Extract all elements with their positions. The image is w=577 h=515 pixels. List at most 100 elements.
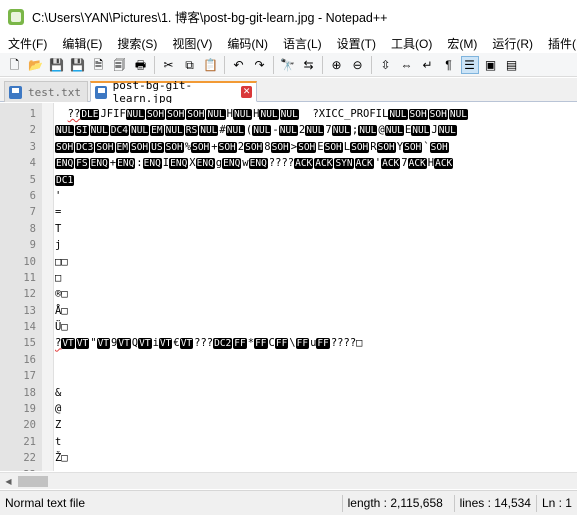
text-run: ` (423, 140, 430, 153)
control-char-badge: SOH (129, 141, 150, 153)
word-wrap-icon[interactable]: ↵ (420, 57, 436, 73)
copy-icon[interactable]: ⧉ (182, 57, 198, 73)
line-number: 16 (23, 353, 36, 366)
text-run: E (317, 140, 324, 153)
control-char-badge: DC3 (75, 141, 95, 153)
editor-line: 10 □□ (0, 254, 577, 270)
paste-icon[interactable]: 📋 (203, 57, 219, 73)
control-char-badge: NUL (437, 125, 457, 137)
text-run: T (55, 222, 62, 235)
status-length: length : 2,115,658 (347, 496, 443, 510)
control-char-badge: ACK (294, 158, 314, 170)
menu-item-9[interactable]: 运行(R) (484, 35, 540, 52)
text-run: + (211, 140, 218, 153)
save-icon[interactable]: 💾 (49, 57, 65, 73)
print-icon[interactable]: 🖶 (133, 57, 149, 73)
control-char-badge: NUL (305, 125, 325, 137)
save-all-icon[interactable]: 💾 (70, 57, 86, 73)
editor-line: 22 Ž□ (0, 450, 577, 466)
control-char-badge: VT (117, 338, 131, 350)
text-run: ©□ (55, 469, 68, 471)
close-all-icon[interactable]: 🗐 (112, 57, 128, 73)
text-run: Ž□ (55, 452, 68, 465)
cut-icon[interactable]: ✂ (161, 57, 177, 73)
replace-icon[interactable]: ⇆ (301, 57, 317, 73)
zoom-out-icon[interactable]: ⊖ (350, 57, 366, 73)
control-char-badge: VT (138, 338, 152, 350)
control-char-badge: SOH (323, 141, 343, 153)
redo-icon[interactable]: ↷ (252, 57, 268, 73)
menu-item-7[interactable]: 工具(O) (383, 35, 439, 52)
editor-line: 17 (0, 368, 577, 384)
saved-file-icon (9, 85, 22, 99)
control-char-badge: NUL (125, 109, 145, 120)
user-language-icon[interactable]: ▣ (483, 57, 499, 73)
tab-test-txt[interactable]: test.txt (4, 81, 88, 102)
status-bar: Normal text file length : 2,115,658 line… (0, 490, 577, 515)
toolbar-separator (322, 55, 323, 74)
editor-line: 21 t (0, 434, 577, 450)
editor-line: 23 ©□ (0, 467, 577, 471)
control-char-badge: VT (96, 338, 111, 350)
editor-line: 6 ' (0, 188, 577, 204)
line-text: Ž□ (55, 450, 68, 466)
menu-item-3[interactable]: 视图(V) (164, 35, 219, 52)
control-char-badge: SYN (334, 158, 354, 170)
text-run: ???? (268, 157, 295, 170)
doc-map-icon[interactable]: ▤ (504, 57, 520, 73)
control-char-badge: ENQ (89, 158, 109, 170)
close-tab-icon[interactable]: ✕ (241, 86, 252, 98)
scroll-left-icon[interactable]: ◀ (2, 475, 15, 488)
undo-icon[interactable]: ↶ (231, 57, 247, 73)
line-text: j (55, 237, 61, 253)
text-run: \ (289, 337, 296, 350)
line-text: Å□ (55, 303, 68, 319)
menu-item-8[interactable]: 宏(M) (439, 35, 484, 52)
text-run: € (173, 337, 180, 350)
tab-post-bg-git-learn-jpg[interactable]: post-bg-git-learn.jpg ✕ (90, 79, 257, 105)
line-number: 22 (23, 452, 36, 465)
close-icon[interactable]: 🗎 (91, 57, 107, 73)
editor-line: 16 (0, 352, 577, 368)
menu-item-1[interactable]: 编辑(E) (54, 35, 109, 52)
control-char-badge: ENQ (222, 158, 242, 170)
menu-item-0[interactable]: 文件(F) (0, 35, 54, 52)
control-char-badge: NUL (448, 109, 469, 120)
find-icon[interactable]: 🔭 (280, 57, 296, 73)
text-run: ??? (194, 337, 214, 350)
new-file-icon[interactable]: 🗋 (7, 57, 23, 73)
text-run: 7 (325, 124, 332, 137)
indent-guide-icon[interactable]: ☰ (460, 55, 479, 74)
show-all-chars-icon[interactable]: ¶ (441, 57, 457, 73)
toolbar-separator (371, 55, 372, 74)
line-text: ' (55, 188, 61, 204)
control-char-badge: VT (158, 338, 173, 350)
control-char-badge: NUL (89, 125, 109, 137)
line-number: 8 (29, 222, 36, 235)
menu-item-2[interactable]: 搜索(S) (109, 35, 164, 52)
open-file-icon[interactable]: 📂 (28, 57, 44, 73)
toolbar-separator (273, 55, 274, 74)
editor-area[interactable]: 1 ??DLE JFIFNUL SOH SOH SOH NUL HNUL HNUL NUL ?X… (0, 103, 577, 471)
text-run: ?? (67, 108, 81, 120)
zoom-in-icon[interactable]: ⊕ (329, 57, 345, 73)
line-number: 21 (23, 435, 36, 448)
control-char-badge: EM (115, 141, 129, 153)
sync-horizontal-icon[interactable]: ⇔ (399, 57, 415, 73)
scrollbar-thumb[interactable] (18, 476, 48, 487)
text-run: □□ (55, 255, 68, 268)
line-number: 18 (23, 386, 36, 399)
window-title: C:\Users\YAN\Pictures\1. 博客\post-bg-git-… (32, 11, 388, 25)
control-char-badge: SOH (145, 109, 166, 120)
line-text: NUL SI NUL DC4 NUL EM NUL RS NUL #NUL (NUL -NUL 2NUL… (55, 122, 458, 139)
menu-item-6[interactable]: 设置(T) (329, 35, 383, 52)
sync-vertical-icon[interactable]: ⇳ (378, 57, 394, 73)
text-run: ?XICC_PROFIL (299, 108, 389, 120)
menu-item-5[interactable]: 语言(L) (275, 35, 329, 52)
line-number: 7 (29, 206, 36, 219)
horizontal-scrollbar[interactable]: ◀ (0, 472, 577, 489)
title-bar: C:\Users\YAN\Pictures\1. 博客\post-bg-git-… (0, 0, 577, 33)
menu-item-10[interactable]: 插件(P) (540, 35, 577, 52)
tab-label: post-bg-git-learn.jpg (112, 79, 193, 105)
menu-item-4[interactable]: 编码(N) (219, 35, 275, 52)
